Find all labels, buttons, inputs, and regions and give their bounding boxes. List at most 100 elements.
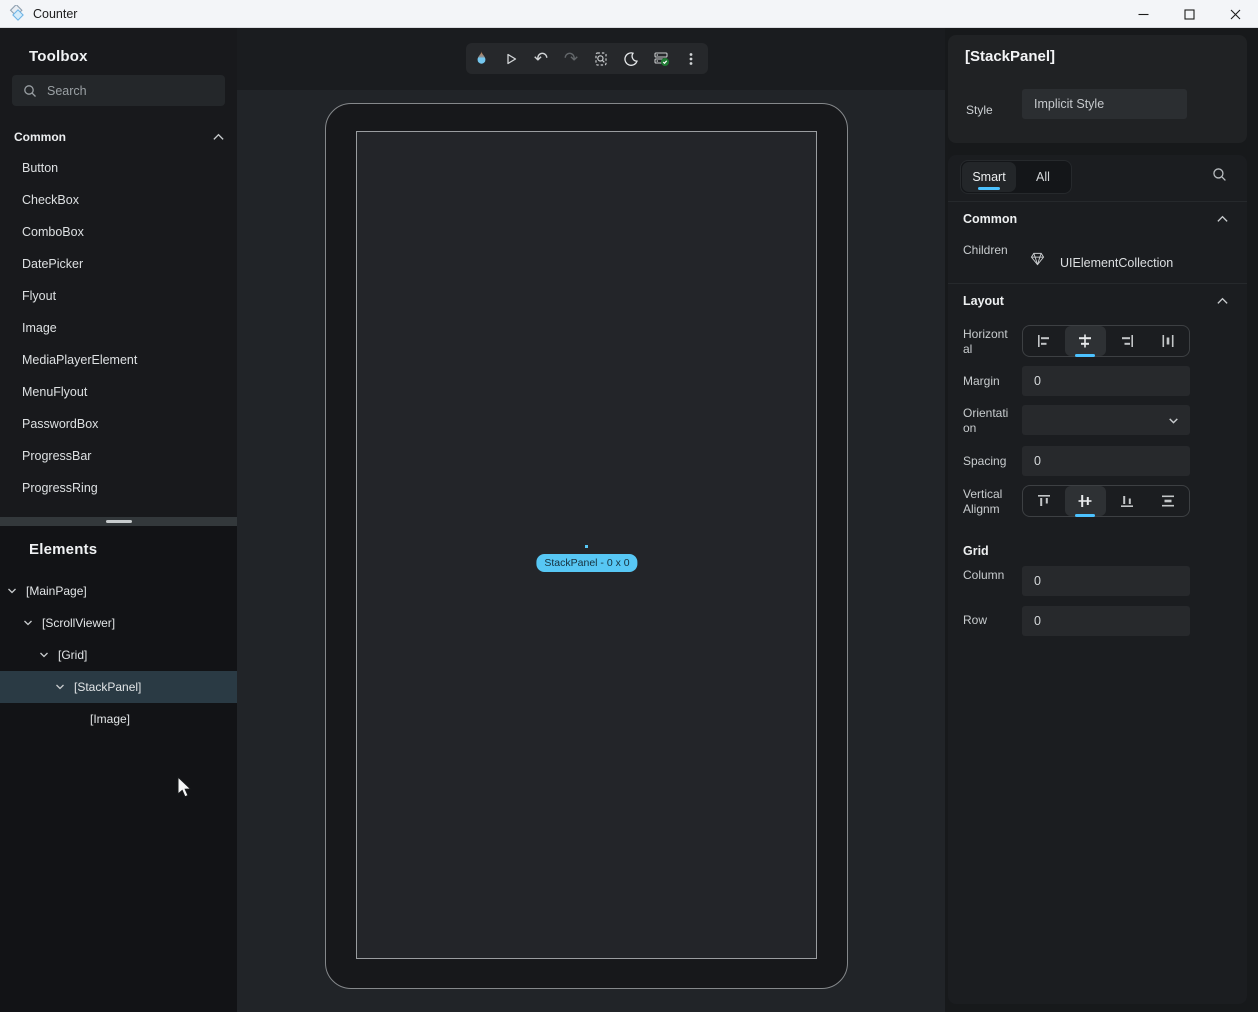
selection-badge: StackPanel - 0 x 0 (536, 554, 637, 572)
tree-row-mainpage[interactable]: [MainPage] (0, 575, 237, 607)
properties-search-icon[interactable] (1212, 167, 1227, 182)
spacing-input[interactable] (1022, 446, 1190, 476)
undo-icon[interactable]: ↶ (526, 43, 556, 74)
tree-label: [Grid] (58, 648, 87, 662)
tree-row-grid[interactable]: [Grid] (0, 639, 237, 671)
toolbox-item-checkbox[interactable]: CheckBox (0, 184, 237, 216)
tab-all-label: All (1036, 170, 1050, 184)
toolbox-item-flyout[interactable]: Flyout (0, 280, 237, 312)
search-icon (23, 84, 37, 98)
margin-input[interactable] (1022, 366, 1190, 396)
close-icon (1230, 9, 1241, 20)
elements-panel: Elements [MainPage] [ScrollViewer] [Grid… (0, 526, 237, 1012)
toolbox-item-passwordbox[interactable]: PasswordBox (0, 408, 237, 440)
column-label: Column (963, 568, 1011, 583)
chevron-up-icon[interactable] (1216, 295, 1229, 308)
align-left-button[interactable] (1023, 326, 1065, 356)
toolbox-item-menuflyout[interactable]: MenuFlyout (0, 376, 237, 408)
designer-toolbar: ↶ ↷ (466, 43, 708, 74)
zoom-region-icon[interactable] (586, 43, 616, 74)
maximize-button[interactable] (1166, 0, 1212, 28)
toolbox-section-common[interactable]: Common (14, 128, 225, 146)
column-input[interactable] (1022, 566, 1190, 596)
tree-row-stackpanel[interactable]: [StackPanel] (0, 671, 237, 703)
play-icon[interactable] (496, 43, 526, 74)
chevron-up-icon[interactable] (212, 131, 225, 144)
selected-align-underline (1075, 354, 1095, 357)
chevron-up-icon[interactable] (1216, 213, 1229, 226)
hot-reload-flame-icon[interactable] (466, 43, 496, 74)
elements-title: Elements (29, 541, 97, 558)
chevron-down-icon[interactable] (22, 617, 34, 629)
children-value[interactable]: UIElementCollection (1060, 256, 1173, 270)
align-center-horizontal-button[interactable] (1065, 326, 1107, 356)
section-label: Common (14, 130, 66, 144)
align-center-vertical-button[interactable] (1065, 486, 1107, 516)
toolbox-item-progressbar[interactable]: ProgressBar (0, 440, 237, 472)
divider (948, 201, 1247, 202)
tab-all[interactable]: All (1016, 162, 1070, 192)
section-grid-title: Grid (963, 544, 989, 558)
divider (948, 283, 1247, 284)
toolbox-title: Toolbox (29, 48, 88, 65)
toolbox-item-datepicker[interactable]: DatePicker (0, 248, 237, 280)
close-button[interactable] (1212, 0, 1258, 28)
tab-smart[interactable]: Smart (962, 162, 1016, 192)
toolbox-item-combobox[interactable]: ComboBox (0, 216, 237, 248)
tree-row-image[interactable]: [Image] (0, 703, 237, 735)
chevron-down-icon (1167, 414, 1180, 427)
minimize-button[interactable] (1120, 0, 1166, 28)
selection-anchor-dot (585, 545, 588, 548)
stretch-vertical-button[interactable] (1148, 486, 1190, 516)
maximize-icon (1184, 9, 1195, 20)
row-label: Row (963, 613, 1015, 628)
align-right-button[interactable] (1106, 326, 1148, 356)
orientation-select[interactable] (1022, 405, 1190, 435)
toolbox-panel: Toolbox Common Button CheckBox ComboBox … (0, 28, 237, 517)
more-options-icon[interactable] (676, 43, 706, 74)
toolbox-item-image[interactable]: Image (0, 312, 237, 344)
inspector-properties-card: Smart All Common Children UIElementColle… (948, 155, 1247, 1004)
style-input[interactable] (1022, 89, 1187, 119)
inspector-tabs: Smart All (960, 160, 1072, 194)
tab-smart-label: Smart (972, 170, 1005, 184)
spacing-label: Spacing (963, 454, 1015, 469)
horizontal-alignment-label: Horizontal (963, 327, 1009, 357)
app-logo-icon (8, 5, 25, 22)
tree-row-scrollviewer[interactable]: [ScrollViewer] (0, 607, 237, 639)
section-common-title: Common (963, 212, 1017, 226)
chevron-down-icon[interactable] (6, 585, 18, 597)
vertical-alignment-label: Vertical Alignm (963, 487, 1015, 517)
search-input[interactable] (47, 84, 225, 98)
collection-gem-icon (1030, 252, 1045, 266)
panel-splitter[interactable] (0, 517, 237, 526)
style-label: Style (966, 103, 993, 117)
orientation-label: Orientation (963, 406, 1011, 436)
row-input[interactable] (1022, 606, 1190, 636)
toolbox-item-progressring[interactable]: ProgressRing (0, 472, 237, 504)
toolbox-item-mediaplayerelement[interactable]: MediaPlayerElement (0, 344, 237, 376)
titlebar: Counter (0, 0, 1258, 28)
horizontal-alignment-group (1022, 325, 1190, 357)
selected-align-underline (1075, 514, 1095, 517)
vertical-alignment-group (1022, 485, 1190, 517)
selected-element-name: [StackPanel] (965, 48, 1055, 65)
chevron-down-icon[interactable] (38, 649, 50, 661)
align-bottom-button[interactable] (1106, 486, 1148, 516)
children-label: Children (963, 243, 1015, 258)
redo-icon[interactable]: ↷ (556, 43, 586, 74)
app-title: Counter (33, 7, 77, 21)
splitter-handle-icon (106, 520, 132, 523)
diagnostics-check-icon[interactable] (646, 43, 676, 74)
margin-label: Margin (963, 374, 1015, 389)
section-layout-title: Layout (963, 294, 1004, 308)
align-top-button[interactable] (1023, 486, 1065, 516)
stretch-horizontal-button[interactable] (1148, 326, 1190, 356)
inspector-header-card: [StackPanel] Style (948, 35, 1247, 143)
dark-theme-moon-icon[interactable] (616, 43, 646, 74)
tree-label: [ScrollViewer] (42, 616, 115, 630)
toolbox-search[interactable] (12, 75, 225, 106)
toolbox-item-button[interactable]: Button (0, 152, 237, 184)
minimize-icon (1138, 9, 1149, 20)
chevron-down-icon[interactable] (54, 681, 66, 693)
